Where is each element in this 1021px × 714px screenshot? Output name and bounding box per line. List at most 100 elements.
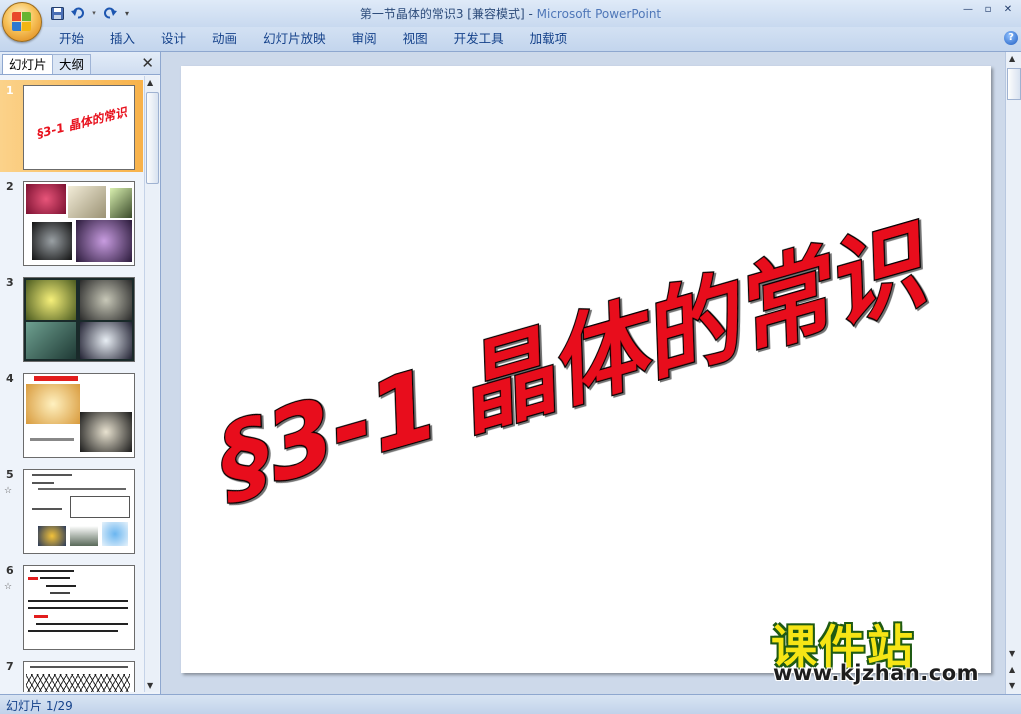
slide-thumbnail-6[interactable]: 6 ☆ [0,560,143,652]
crystal-image [70,526,98,546]
slide-number: 7 [6,660,14,673]
tab-animations[interactable]: 动画 [199,30,250,48]
slide-number: 1 [6,84,14,97]
crystal-image [76,220,132,262]
thumb-text-line [30,570,74,572]
thumb-box [70,496,130,518]
crystal-image [26,384,80,424]
crystal-image [32,222,72,260]
minimize-button[interactable]: — [959,2,977,16]
crystal-image [26,280,76,320]
pane-tabs: 幻灯片 大纲 ✕ [0,52,160,75]
scroll-up-icon[interactable]: ▲ [147,78,153,87]
thumb-text-line [28,630,118,632]
thumb-text-line [30,438,74,441]
thumb-text-line [28,600,128,602]
crystal-image [80,322,132,359]
slide-preview [23,277,135,362]
tab-outline[interactable]: 大纲 [52,54,92,74]
lattice-image [26,674,130,692]
ribbon: 开始 插入 设计 动画 幻灯片放映 审阅 视图 开发工具 加载项 ? [0,27,1021,52]
close-button[interactable]: ✕ [999,2,1017,16]
watermark-url: www.kjzhan.com [773,661,980,685]
slide-title-art: §3-1 晶体的常识 [218,202,931,522]
slide-thumbnail-1[interactable]: 1 §3-1 晶体的常识 [0,80,143,172]
crystal-image [38,526,66,546]
thumb-text-line [40,577,70,579]
slide-counter: 幻灯片 1/29 [6,699,73,713]
slide-thumbnail-7[interactable]: 7 [0,656,143,692]
slide-thumbnail-4[interactable]: 4 [0,368,143,460]
scrollbar-thumb[interactable] [1007,68,1021,100]
thumb-text-line [46,585,76,587]
crystal-image [68,186,106,218]
slide-preview [23,469,135,554]
thumb-text-line [32,482,54,484]
ribbon-tabs: 开始 插入 设计 动画 幻灯片放映 审阅 视图 开发工具 加载项 [46,30,580,48]
thumb-text-line [32,474,72,476]
slide-preview: §3-1 晶体的常识 [23,85,135,170]
tab-slide-show[interactable]: 幻灯片放映 [250,30,339,48]
crystal-image [26,184,66,214]
tab-review[interactable]: 审阅 [339,30,390,48]
document-title: 第一节晶体的常识3 [兼容模式] - [359,7,533,21]
tab-insert[interactable]: 插入 [97,30,148,48]
slide-number: 2 [6,180,14,193]
thumbnail-scrollbar[interactable]: ▲ ▼ [144,76,159,692]
scroll-down-icon[interactable]: ▼ [147,681,153,690]
scrollbar-thumb[interactable] [146,92,159,184]
slide-preview [23,565,135,650]
slide-thumbnail-3[interactable]: 3 [0,272,143,364]
tab-view[interactable]: 视图 [390,30,441,48]
slide-number: 4 [6,372,14,385]
thumb-text-line [30,666,128,668]
crystal-image [102,522,128,546]
crystal-image [80,280,132,320]
slide-editing-area: §3-1 晶体的常识 [161,52,1005,694]
next-slide-icon[interactable]: ▼ [1009,681,1015,690]
crystal-image [26,322,76,359]
editor-scrollbar[interactable]: ▲ ▼ ▲ ▼ [1005,52,1021,694]
window-title: 第一节晶体的常识3 [兼容模式] - Microsoft PowerPoint [0,5,1021,22]
office-button[interactable] [2,2,42,42]
thumb-text-line [36,623,128,625]
title-bar: ▾ ▾ 第一节晶体的常识3 [兼容模式] - Microsoft PowerPo… [0,0,1021,42]
tab-slides[interactable]: 幻灯片 [2,54,54,74]
thumb-text-line [28,577,38,580]
crystal-image [110,188,132,218]
office-logo-icon [12,12,32,32]
slide-number: 6 [6,564,14,577]
tab-developer[interactable]: 开发工具 [441,30,517,48]
restore-button[interactable]: ▫ [979,2,997,16]
slide-title[interactable]: §3-1 晶体的常识 [218,202,931,522]
slide-number: 3 [6,276,14,289]
tab-home[interactable]: 开始 [46,30,97,48]
slide-thumbnail-2[interactable]: 2 [0,176,143,268]
app-name: Microsoft PowerPoint [536,7,662,21]
slides-pane: 幻灯片 大纲 ✕ 1 §3-1 晶体的常识 2 3 4 5 ☆ 6 ☆ 7 ▲ … [0,52,161,694]
previous-slide-icon[interactable]: ▲ [1009,665,1015,674]
thumb-text-line [34,615,48,618]
thumb-header-bar [34,376,78,381]
status-bar: 幻灯片 1/29 [0,694,1021,714]
scroll-down-icon[interactable]: ▼ [1009,649,1015,658]
thumb-text-line [28,607,128,609]
tab-add-ins[interactable]: 加载项 [517,30,581,48]
slide-thumbnail-5[interactable]: 5 ☆ [0,464,143,556]
close-pane-icon[interactable]: ✕ [141,54,154,72]
thumb-text-line [50,592,70,594]
slide-preview [23,373,135,458]
scroll-up-icon[interactable]: ▲ [1009,54,1015,63]
slide-thumbnail-list: 1 §3-1 晶体的常识 2 3 4 5 ☆ 6 ☆ 7 [0,76,143,692]
animation-icon: ☆ [4,582,13,592]
tab-design[interactable]: 设计 [148,30,199,48]
help-icon[interactable]: ? [1004,31,1018,45]
window-controls: — ▫ ✕ [959,2,1017,16]
current-slide[interactable]: §3-1 晶体的常识 [181,66,991,673]
thumb-text-line [32,508,62,510]
slide-number: 5 [6,468,14,481]
thumb-text-line [38,488,126,490]
thumb-title-text: §3-1 晶体的常识 [35,105,129,141]
animation-icon: ☆ [4,486,13,496]
slide-preview [23,181,135,266]
